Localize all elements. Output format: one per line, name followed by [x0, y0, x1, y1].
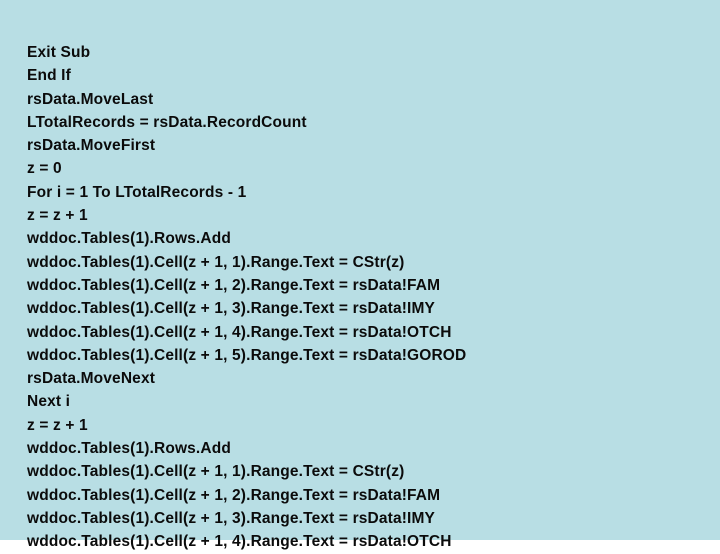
- slide-canvas: Exit Sub End If rsData.MoveLast LTotalRe…: [0, 0, 720, 550]
- code-line: wddoc.Tables(1).Cell(z + 1, 2).Range.Tex…: [27, 276, 441, 294]
- code-line: z = z + 1: [27, 416, 88, 434]
- code-line: rsData.MoveLast: [27, 90, 154, 108]
- code-line: wddoc.Tables(1).Cell(z + 1, 2).Range.Tex…: [27, 486, 441, 504]
- code-line: rsData.MoveNext: [27, 370, 156, 388]
- code-listing: Exit Sub End If rsData.MoveLast LTotalRe…: [27, 41, 707, 554]
- code-line: wddoc.Tables(1).Rows.Add: [27, 230, 231, 248]
- code-line: z = z + 1: [27, 207, 88, 225]
- code-line: wddoc.Tables(1).Cell(z + 1, 4).Range.Tex…: [27, 533, 452, 551]
- code-line: Next i: [27, 393, 71, 411]
- code-line: End If: [27, 67, 71, 85]
- code-line: wddoc.Tables(1).Cell(z + 1, 3).Range.Tex…: [27, 509, 436, 527]
- code-line: wddoc.Tables(1).Cell(z + 1, 1).Range.Tex…: [27, 253, 405, 271]
- code-line: wddoc.Tables(1).Cell(z + 1, 3).Range.Tex…: [27, 300, 436, 318]
- code-line: wddoc.Tables(1).Cell(z + 1, 5).Range.Tex…: [27, 346, 467, 364]
- code-line: wddoc.Tables(1).Cell(z + 1, 1).Range.Tex…: [27, 463, 405, 481]
- code-line: z = 0: [27, 160, 62, 178]
- code-line: Exit Sub: [27, 44, 91, 61]
- code-line: rsData.MoveFirst: [27, 137, 156, 155]
- code-line: For i = 1 To LTotalRecords - 1: [27, 183, 247, 201]
- code-line: wddoc.Tables(1).Cell(z + 1, 4).Range.Tex…: [27, 323, 452, 341]
- code-line: LTotalRecords = rsData.RecordCount: [27, 113, 307, 131]
- code-line: wddoc.Tables(1).Rows.Add: [27, 440, 231, 458]
